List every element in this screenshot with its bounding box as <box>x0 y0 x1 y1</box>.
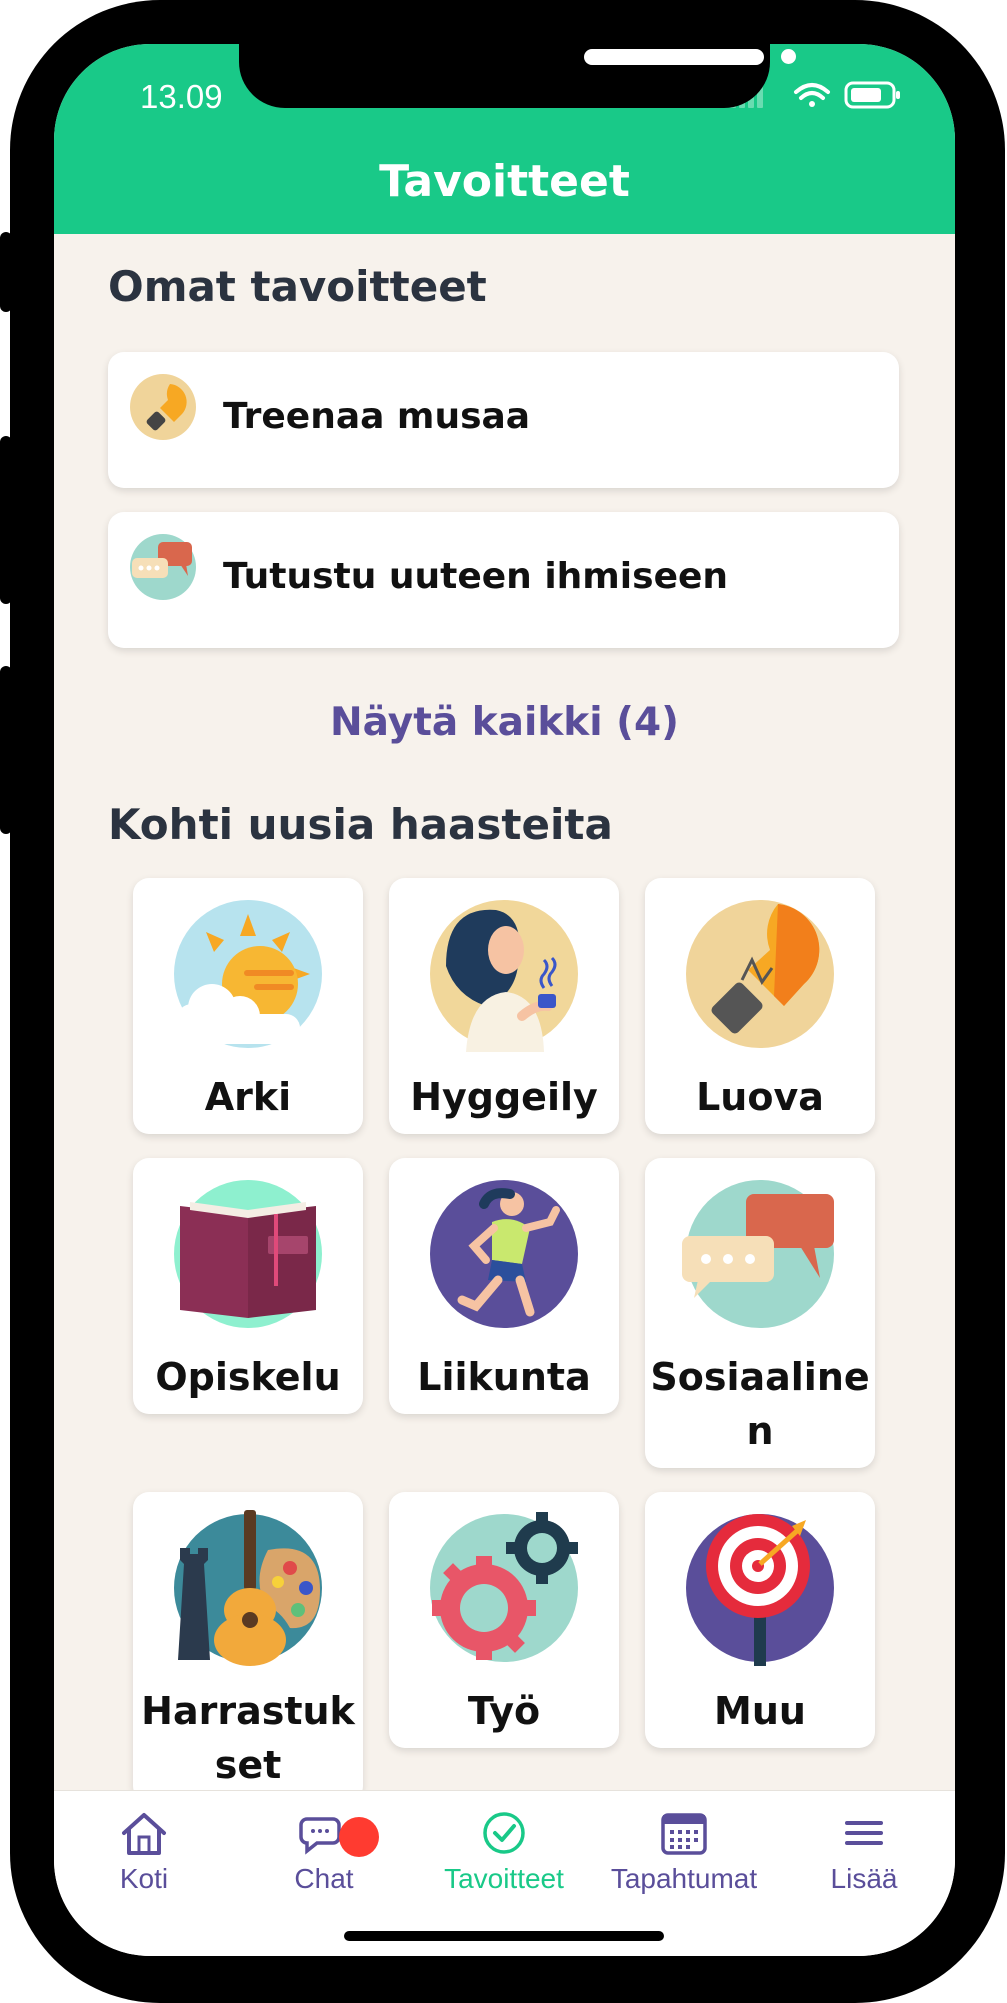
tab-label: Koti <box>119 1863 169 1894</box>
tile-label: Harrastukset <box>141 1689 355 1787</box>
runner-icon <box>430 1180 578 1328</box>
status-time: 13.09 <box>140 78 223 115</box>
tab-label: Chat <box>294 1863 354 1894</box>
book-icon <box>174 1180 322 1328</box>
tile-label: Työ <box>467 1689 541 1733</box>
side-button-volume-up <box>0 436 12 604</box>
tile-label: Arki <box>204 1075 292 1119</box>
category-tile-tyo[interactable]: Työ <box>389 1492 619 1748</box>
tab-tapahtumat[interactable]: Tapahtumat <box>594 1809 774 1895</box>
show-all-link[interactable]: Näytä kaikki (4) <box>54 700 955 745</box>
tab-chat[interactable]: Chat <box>234 1809 414 1895</box>
category-tile-liikunta[interactable]: Liikunta <box>389 1158 619 1414</box>
app-header: 13.09 Tavoitteet <box>54 44 955 234</box>
wifi-icon <box>794 83 830 107</box>
tab-lisaa[interactable]: Lisää <box>774 1809 954 1895</box>
chat-bubbles-icon <box>682 1180 834 1328</box>
tile-label: Sosiaalinen <box>650 1355 870 1453</box>
tab-label: Tavoitteet <box>444 1863 564 1894</box>
category-tile-hyggeily[interactable]: Hyggeily <box>389 878 619 1134</box>
home-icon <box>122 1813 166 1855</box>
target-icon <box>686 1514 834 1666</box>
category-tile-muu[interactable]: Muu <box>645 1492 875 1748</box>
menu-icon <box>845 1821 883 1845</box>
tab-koti[interactable]: Koti <box>54 1809 234 1895</box>
home-indicator[interactable] <box>344 1931 664 1941</box>
tab-label: Tapahtumat <box>610 1863 758 1894</box>
tile-label: Luova <box>696 1075 824 1119</box>
category-tile-sosiaalinen[interactable]: Sosiaalinen <box>645 1158 875 1468</box>
battery-icon <box>844 81 900 109</box>
tile-label: Muu <box>714 1689 806 1733</box>
unread-badge <box>339 1817 379 1857</box>
category-tile-luova[interactable]: Luova <box>645 878 875 1134</box>
my-goals-title: Omat tavoitteet <box>108 262 487 311</box>
goal-label: Treenaa musaa <box>223 396 531 437</box>
tile-label: Hyggeily <box>410 1075 598 1119</box>
category-tile-arki[interactable]: Arki <box>133 878 363 1134</box>
page-title: Tavoitteet <box>379 156 630 207</box>
check-circle-icon <box>483 1812 525 1854</box>
tile-label: Liikunta <box>417 1355 591 1399</box>
category-tile-harrastukset[interactable]: Harrastukset <box>133 1492 363 1802</box>
category-tile-opiskelu[interactable]: Opiskelu <box>133 1158 363 1414</box>
tab-label: Lisää <box>830 1863 898 1894</box>
app-screen: 13.09 Tavoitteet Omat tavoitteet Treenaa… <box>54 44 955 1956</box>
side-button-volume-down <box>0 666 12 834</box>
speaker-grille <box>584 49 764 65</box>
challenges-title: Kohti uusia haasteita <box>108 800 613 849</box>
woman-coffee-icon <box>430 900 578 1052</box>
bottom-tab-bar: Koti Chat Tavoitteet Tapahtumat Lisää <box>54 1790 955 1956</box>
calendar-icon <box>661 1813 707 1855</box>
guitar-palette-icon <box>174 1510 322 1666</box>
gears-icon <box>430 1512 578 1662</box>
lightbulb-icon <box>686 900 834 1048</box>
goal-card[interactable]: Tutustu uuteen ihmiseen <box>108 512 899 648</box>
chat-bubbles-icon <box>130 534 196 600</box>
tab-tavoitteet[interactable]: Tavoitteet <box>414 1809 594 1895</box>
sun-cloud-icon <box>174 900 322 1048</box>
front-camera <box>781 49 796 64</box>
tile-label: Opiskelu <box>155 1355 341 1399</box>
goal-card[interactable]: Treenaa musaa <box>108 352 899 488</box>
device-notch <box>239 44 796 108</box>
lightbulb-icon <box>130 374 196 440</box>
side-button-mute <box>0 232 12 312</box>
goal-label: Tutustu uuteen ihmiseen <box>223 556 729 597</box>
